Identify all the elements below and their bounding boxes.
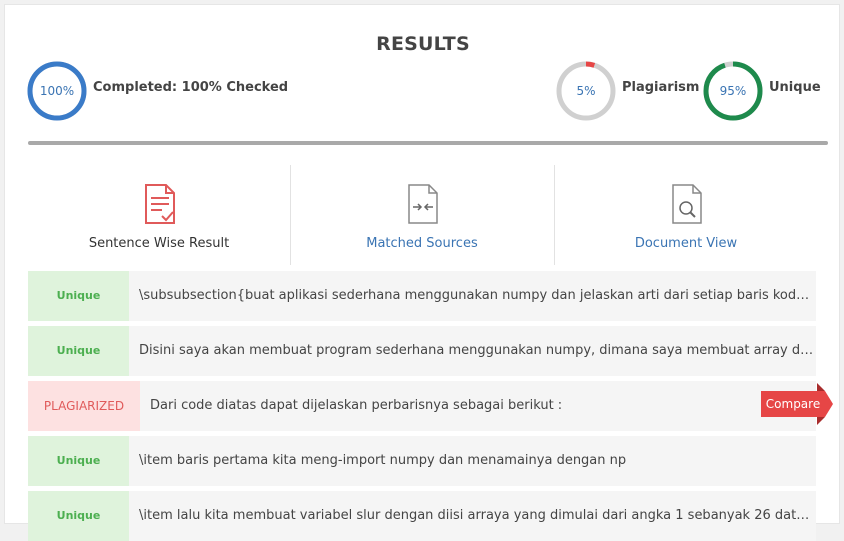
status-badge: PLAGIARIZED [28,381,140,431]
result-row: Unique \item baris pertama kita meng-imp… [28,436,816,486]
document-search-icon [672,184,702,224]
result-row-plagiarized: PLAGIARIZED Dari code diatas dapat dijel… [28,381,833,431]
tab-matched-sources-label: Matched Sources [366,236,478,251]
result-row: Unique Disini saya akan membuat program … [28,326,816,376]
sentence-text: \item baris pertama kita meng-import num… [139,453,627,468]
document-check-icon [145,184,175,224]
tab-matched-sources[interactable]: Matched Sources [291,165,553,265]
unique-progress-ring: 95% [703,61,763,121]
compare-ribbon-fold [817,417,825,425]
status-badge: Unique [28,491,129,541]
plagiarism-progress-ring: 5% [556,61,616,121]
unique-label: Unique [769,80,821,95]
file-compare-icon [408,184,438,224]
tab-sentence-wise-result-label: Sentence Wise Result [88,236,230,251]
sentence-text: Dari code diatas dapat dijelaskan perbar… [150,398,563,413]
sentence-text: Disini saya akan membuat program sederha… [139,343,815,358]
status-badge: Unique [28,436,129,486]
completed-label: Completed: 100% Checked [93,80,289,95]
tab-sentence-wise-result[interactable]: Sentence Wise Result [28,165,290,265]
plagiarism-label: Plagiarism [622,80,700,95]
sentence-text: \subsubsection{buat aplikasi sederhana m… [139,288,815,303]
result-row: Unique \subsubsection{buat aplikasi sede… [28,271,816,321]
compare-ribbon-tip [825,391,833,417]
completed-progress-ring: 100% [27,61,87,121]
compare-button[interactable]: Compare [761,391,825,417]
completed-percent: 100% [39,84,75,98]
compare-ribbon-fold-top [817,383,825,391]
sentence-text: \item lalu kita membuat variabel slur de… [139,508,815,523]
result-row: Unique \item lalu kita membuat variabel … [28,491,816,541]
plagiarism-percent: 5% [576,84,596,98]
status-badge: Unique [28,271,129,321]
section-divider [28,141,828,145]
unique-percent: 95% [719,84,747,98]
results-title: RESULTS [376,33,470,55]
status-badge: Unique [28,326,129,376]
tab-document-view[interactable]: Document View [555,165,817,265]
results-panel: RESULTS 100% Completed: 100% Checked 5% … [4,4,840,541]
tab-document-view-label: Document View [634,236,738,251]
